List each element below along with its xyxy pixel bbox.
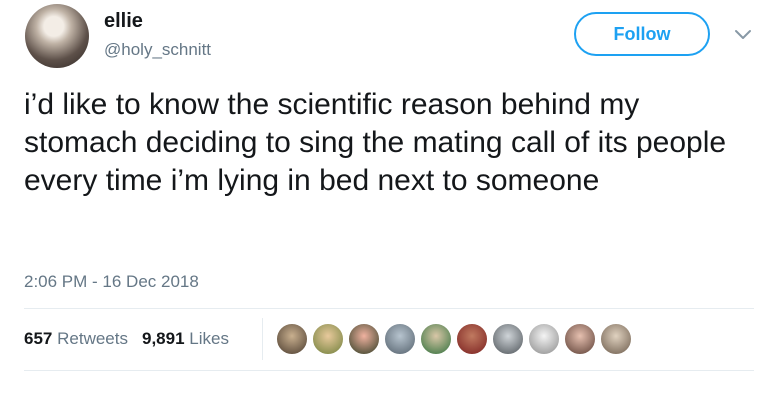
likes-label: Likes — [189, 329, 229, 348]
liker-avatar[interactable] — [419, 322, 453, 356]
tweet-stats: 657 Retweets 9,891 Likes — [24, 329, 229, 349]
likes-count: 9,891 — [141, 329, 185, 348]
tweet-timestamp[interactable]: 2:06 PM - 16 Dec 2018 — [24, 272, 199, 292]
user-handle[interactable]: @holy_schnitt — [104, 40, 211, 60]
retweets-count: 657 — [24, 329, 53, 348]
display-name[interactable]: ellie — [104, 10, 143, 33]
liker-avatar[interactable] — [347, 322, 381, 356]
liker-avatar[interactable] — [383, 322, 417, 356]
liker-avatar[interactable] — [275, 322, 309, 356]
liker-avatar[interactable] — [527, 322, 561, 356]
liker-avatar[interactable] — [311, 322, 345, 356]
liker-avatar[interactable] — [455, 322, 489, 356]
liker-avatar[interactable] — [599, 322, 633, 356]
liker-avatar[interactable] — [491, 322, 525, 356]
retweets-label: Retweets — [57, 329, 128, 348]
likes-stat[interactable]: 9,891 Likes — [142, 329, 229, 349]
chevron-down-icon[interactable] — [733, 28, 753, 42]
retweets-stat[interactable]: 657 Retweets — [24, 329, 128, 349]
follow-button[interactable]: Follow — [574, 12, 710, 56]
divider-top — [24, 308, 754, 309]
tweet-text: i’d like to know the scientific reason b… — [24, 88, 727, 197]
divider-bottom — [24, 370, 754, 371]
stats-separator — [262, 318, 263, 360]
liker-avatar[interactable] — [563, 322, 597, 356]
user-avatar[interactable] — [25, 4, 89, 68]
